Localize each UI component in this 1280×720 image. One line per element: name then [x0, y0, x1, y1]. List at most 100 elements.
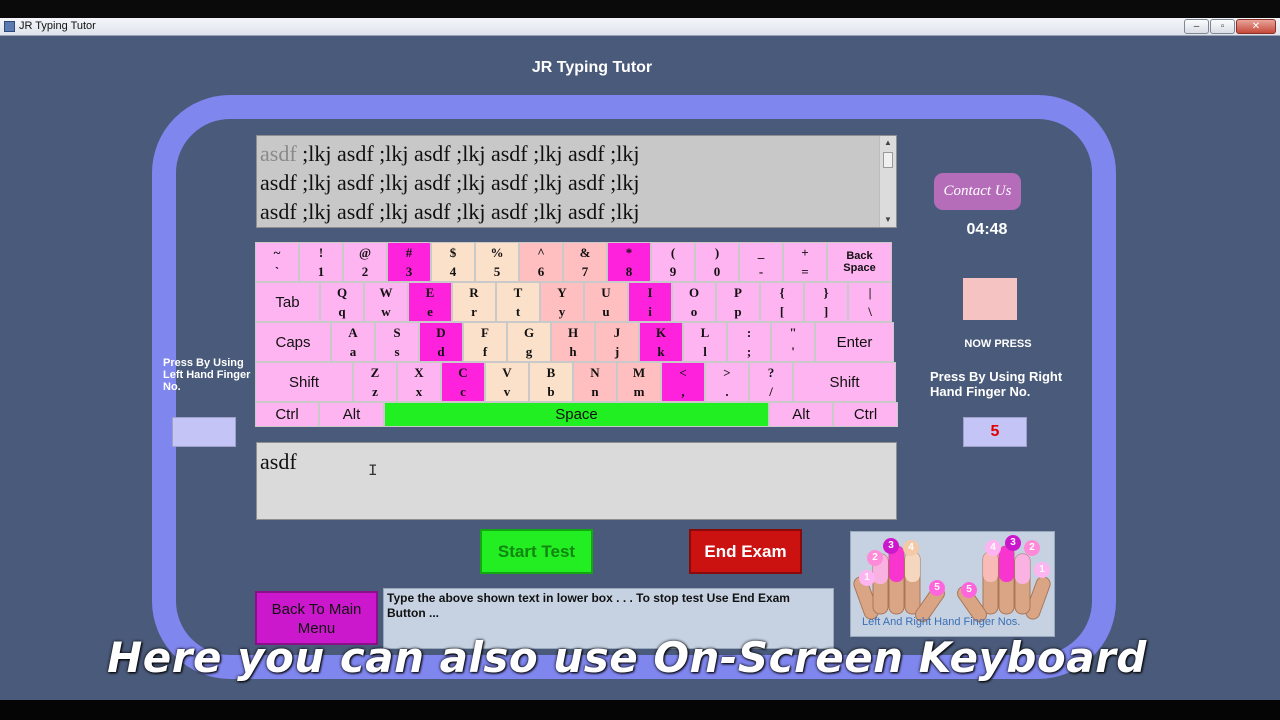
key-shift-char: ? [767, 365, 775, 380]
target-text-lines: asdf ;lkj asdf ;lkj asdf ;lkj asdf ;lkj … [260, 139, 639, 226]
key-5[interactable]: % 5 [475, 242, 519, 282]
key-space[interactable]: Space [384, 402, 769, 427]
key-8[interactable]: * 8 [607, 242, 651, 282]
key-back-space[interactable]: Back Space [827, 242, 892, 282]
key-base-char: z [372, 384, 378, 399]
key-2[interactable]: @2 [343, 242, 387, 282]
key-alt[interactable]: Alt [769, 402, 833, 427]
key-ctrl[interactable]: Ctrl [255, 402, 319, 427]
key-l[interactable]: Ll [683, 322, 727, 362]
key-e[interactable]: Ee [408, 282, 452, 322]
key-ctrl[interactable]: Ctrl [833, 402, 898, 427]
key-m[interactable]: Mm [617, 362, 661, 402]
key-j[interactable]: Jj [595, 322, 639, 362]
key-x[interactable]: Xx [397, 362, 441, 402]
key-k[interactable]: Kk [639, 322, 683, 362]
key-shift-char: O [688, 285, 700, 300]
key-s[interactable]: Ss [375, 322, 419, 362]
target-text-scrollbar[interactable]: ▲ ▼ [879, 136, 896, 227]
close-button[interactable]: ✕ [1236, 19, 1276, 34]
key-base-char: i [648, 304, 652, 319]
key-base-char: c [460, 384, 466, 399]
key-base-char: 6 [537, 264, 545, 279]
key-base-char: ` [274, 264, 280, 279]
key-'[interactable]: " ' [771, 322, 815, 362]
key-p[interactable]: Pp [716, 282, 760, 322]
key-=[interactable]: + = [783, 242, 827, 282]
maximize-button[interactable]: ▫ [1210, 19, 1235, 34]
key-w[interactable]: Ww [364, 282, 408, 322]
key-][interactable]: }] [804, 282, 848, 322]
key-[[interactable]: {[ [760, 282, 804, 322]
key-tab[interactable]: Tab [255, 282, 320, 322]
key-v[interactable]: Vv [485, 362, 529, 402]
key-o[interactable]: Oo [672, 282, 716, 322]
key-9[interactable]: (9 [651, 242, 695, 282]
right-finger-5-label: 5 [961, 582, 977, 598]
key-r[interactable]: Rr [452, 282, 496, 322]
key-q[interactable]: Qq [320, 282, 364, 322]
left-finger-5-label: 5 [929, 580, 945, 596]
key-shift-char: ~ [273, 245, 281, 260]
key-a[interactable]: Aa [331, 322, 375, 362]
target-text-line: asdf ;lkj asdf ;lkj asdf ;lkj asdf ;lkj … [260, 139, 639, 168]
key-shift-char: Q [336, 285, 348, 300]
contact-us-button[interactable]: Contact Us [934, 173, 1021, 210]
key-base-char: = [801, 264, 809, 279]
keyboard-row: Tab Qq Ww Ee Rr Tt Yy Uu Ii Oo Pp{[}] | \ [255, 282, 892, 322]
minimize-button[interactable]: – [1184, 19, 1209, 34]
key-shift[interactable]: Shift [793, 362, 896, 402]
key-shift-char: Z [370, 365, 380, 380]
key-z[interactable]: Zz [353, 362, 397, 402]
scroll-down-arrow-icon[interactable]: ▼ [880, 213, 896, 227]
key-b[interactable]: Bb [529, 362, 573, 402]
right-finger-4-label: 4 [985, 540, 1001, 556]
key-,[interactable]: <, [661, 362, 705, 402]
key-;[interactable]: :; [727, 322, 771, 362]
typing-input[interactable]: asdf [256, 442, 897, 520]
key-7[interactable]: & 7 [563, 242, 607, 282]
key-c[interactable]: Cc [441, 362, 485, 402]
key-0[interactable]: ) 0 [695, 242, 739, 282]
key-y[interactable]: Yy [540, 282, 584, 322]
key-caps[interactable]: Caps [255, 322, 331, 362]
start-test-button[interactable]: Start Test [480, 529, 593, 574]
key-4[interactable]: $4 [431, 242, 475, 282]
key-label: Space [555, 406, 598, 423]
right-finger-number: 5 [963, 417, 1027, 447]
key-`[interactable]: ~ ` [255, 242, 299, 282]
key-alt[interactable]: Alt [319, 402, 384, 427]
key-shift-char: N [590, 365, 600, 380]
key-shift-char: X [414, 365, 424, 380]
key-i[interactable]: Ii [628, 282, 672, 322]
key-base-char: y [558, 304, 566, 319]
key-\[interactable]: | \ [848, 282, 892, 322]
hands-caption: Left And Right Hand Finger Nos. [862, 616, 1021, 628]
key-f[interactable]: Ff [463, 322, 507, 362]
left-finger-2-label: 2 [867, 550, 883, 566]
key-1[interactable]: ! 1 [299, 242, 343, 282]
key-g[interactable]: Gg [507, 322, 551, 362]
key-u[interactable]: Uu [584, 282, 628, 322]
key-3[interactable]: #3 [387, 242, 431, 282]
key-n[interactable]: Nn [573, 362, 617, 402]
key-base-char: v [503, 384, 511, 399]
left-hand-label: Press By Using Left Hand Finger No. [163, 357, 251, 393]
key-/[interactable]: ? / [749, 362, 793, 402]
key-base-char: w [381, 304, 391, 319]
end-exam-button[interactable]: End Exam [689, 529, 802, 574]
key-d[interactable]: Dd [419, 322, 463, 362]
key--[interactable]: _ - [739, 242, 783, 282]
key-base-char: , [681, 384, 685, 399]
scroll-up-arrow-icon[interactable]: ▲ [880, 136, 896, 150]
app-title: JR Typing Tutor [531, 59, 653, 76]
key-shift[interactable]: Shift [255, 362, 353, 402]
key-h[interactable]: Hh [551, 322, 595, 362]
key-6[interactable]: ^ 6 [519, 242, 563, 282]
key-enter[interactable]: Enter [815, 322, 894, 362]
key-shift-char: & [579, 245, 591, 260]
key-shift-char: E [425, 285, 435, 300]
key-t[interactable]: Tt [496, 282, 540, 322]
key-.[interactable]: >. [705, 362, 749, 402]
scroll-thumb[interactable] [883, 152, 893, 168]
